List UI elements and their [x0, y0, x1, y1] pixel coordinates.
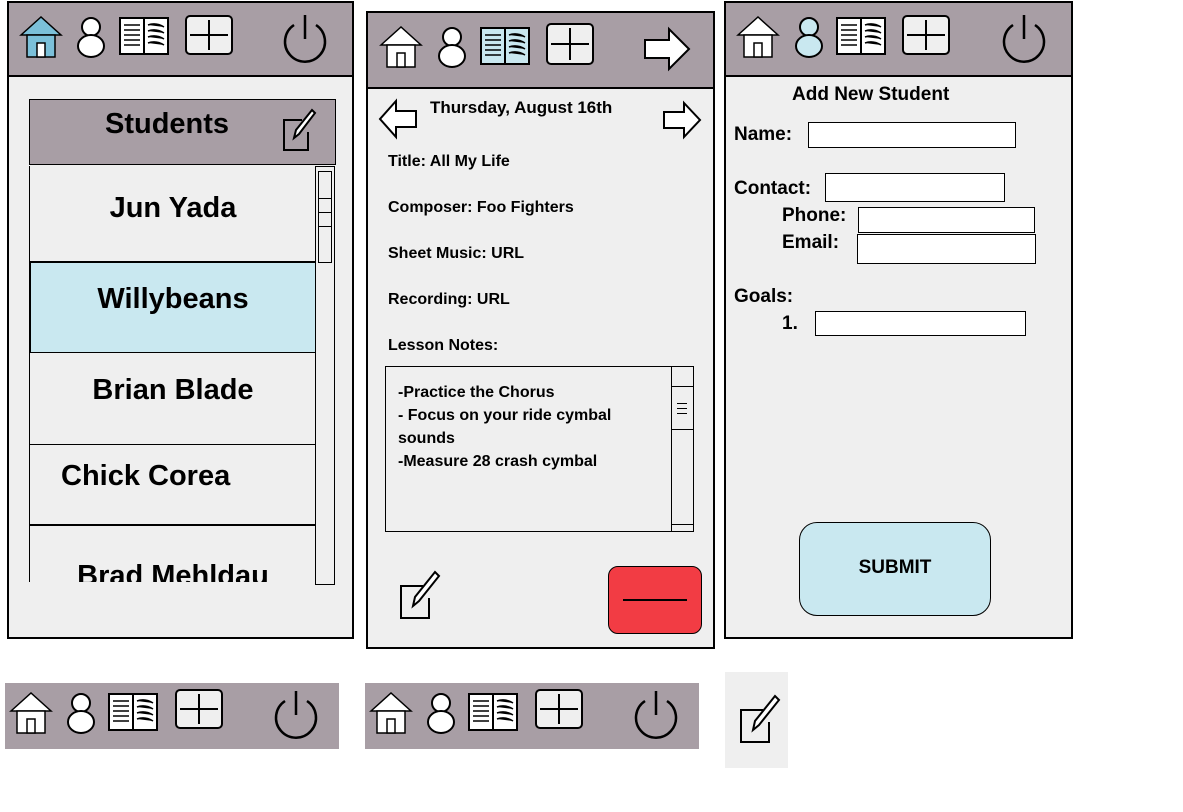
scroll-thumb[interactable] [672, 386, 693, 430]
user-icon[interactable] [425, 691, 457, 735]
lesson-date: Thursday, August 16th [430, 98, 613, 117]
song-title: Title: All My Life [388, 153, 510, 170]
email-field[interactable] [857, 234, 1036, 264]
note-line: sounds [398, 430, 455, 447]
submit-button[interactable]: SUBMIT [799, 522, 991, 616]
scroll-thumb[interactable] [318, 171, 332, 263]
home-icon[interactable] [19, 15, 63, 59]
student-name: Brian Blade [92, 374, 254, 406]
contact-field[interactable] [825, 173, 1005, 202]
notes-scrollbar[interactable] [671, 366, 693, 532]
phone-field[interactable] [858, 207, 1035, 233]
nav-bar [9, 3, 352, 77]
student-name: Jun Yada [109, 192, 237, 224]
edit-icon-asset [725, 672, 788, 768]
previous-day-arrow-icon[interactable] [378, 98, 418, 140]
next-day-arrow-icon[interactable] [662, 100, 702, 140]
contact-label: Contact: [734, 178, 812, 199]
edit-icon[interactable] [399, 568, 441, 620]
delete-button[interactable] [608, 566, 702, 634]
student-list: Jun Yada Willybeans Brian Blade Chick Co… [29, 166, 337, 582]
home-icon[interactable] [736, 15, 780, 59]
list-item-selected[interactable]: Willybeans [30, 262, 316, 353]
form-title: Add New Student [792, 84, 950, 105]
power-icon[interactable] [271, 689, 321, 741]
lesson-screen: Thursday, August 16th Title: All My Life… [366, 11, 715, 649]
composer: Composer: Foo Fighters [388, 199, 574, 216]
goals-label: Goals: [734, 286, 794, 307]
name-label: Name: [734, 124, 793, 145]
student-name: Chick Corea [61, 460, 231, 492]
goal-1-field[interactable] [815, 311, 1026, 336]
power-icon[interactable] [999, 13, 1049, 65]
home-icon[interactable] [369, 691, 413, 735]
book-icon[interactable] [119, 17, 169, 55]
email-label: Email: [782, 232, 840, 253]
note-line: -Practice the Chorus [398, 384, 555, 401]
lesson-notes-box[interactable]: -Practice the Chorus - Focus on your rid… [385, 366, 694, 532]
home-icon[interactable] [379, 25, 423, 69]
note-line: - Focus on your ride cymbal [398, 407, 612, 424]
nav-bar [368, 13, 713, 89]
user-icon[interactable] [65, 691, 97, 735]
nav-bar-asset [5, 683, 339, 749]
list-item[interactable]: Jun Yada [30, 166, 316, 262]
recording-link[interactable]: Recording: URL [388, 291, 510, 309]
add-icon[interactable] [902, 15, 950, 55]
forward-arrow-icon[interactable] [643, 26, 691, 72]
list-item[interactable]: Brad Mehldau [30, 525, 316, 582]
goal-number: 1. [782, 313, 798, 334]
add-icon[interactable] [175, 689, 223, 729]
book-icon[interactable] [468, 693, 518, 731]
name-field[interactable] [808, 122, 1016, 148]
user-icon[interactable] [793, 15, 825, 59]
submit-label: SUBMIT [858, 557, 932, 578]
list-item[interactable]: Chick Corea [30, 445, 316, 525]
students-screen: Students Jun Yada Willybeans Brian Blade… [7, 1, 354, 639]
lesson-notes-label: Lesson Notes: [388, 337, 499, 354]
book-icon[interactable] [836, 17, 886, 55]
list-item[interactable]: Brian Blade [30, 353, 316, 445]
book-icon[interactable] [480, 27, 530, 65]
power-icon[interactable] [631, 689, 681, 741]
lesson-notes-text: -Practice the Chorus - Focus on your rid… [398, 381, 611, 473]
edit-icon[interactable] [282, 106, 317, 152]
add-icon[interactable] [185, 15, 233, 55]
add-student-screen: Add New Student Name: Contact: Phone: Em… [724, 1, 1073, 639]
student-name: Willybeans [97, 283, 249, 315]
note-line: -Measure 28 crash cymbal [398, 453, 598, 470]
student-name: Brad Mehldau [77, 560, 269, 582]
students-header: Students [29, 99, 336, 165]
edit-icon[interactable] [739, 692, 781, 744]
students-title: Students [105, 108, 230, 140]
user-icon[interactable] [436, 25, 468, 69]
user-icon[interactable] [75, 15, 107, 59]
nav-bar [726, 3, 1071, 77]
minus-icon [623, 599, 687, 601]
home-icon[interactable] [9, 691, 53, 735]
power-icon[interactable] [280, 13, 330, 65]
add-icon[interactable] [535, 689, 583, 729]
nav-bar-asset [365, 683, 699, 749]
sheet-music-link[interactable]: Sheet Music: URL [388, 245, 524, 263]
add-icon[interactable] [546, 23, 594, 65]
book-icon[interactable] [108, 693, 158, 731]
scrollbar[interactable] [315, 166, 335, 585]
phone-label: Phone: [782, 205, 847, 226]
